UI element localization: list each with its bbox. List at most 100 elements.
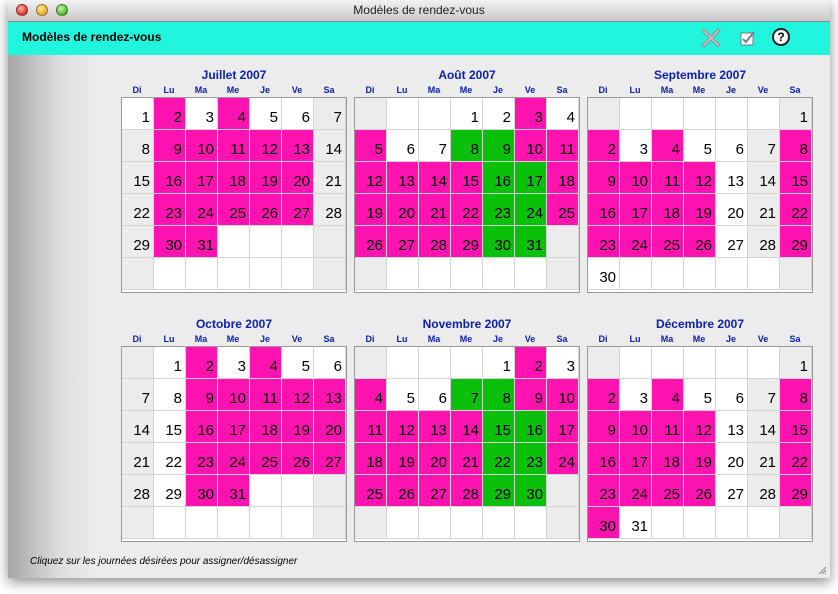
- day-cell[interactable]: 25: [652, 475, 684, 507]
- day-cell[interactable]: 24: [620, 475, 652, 507]
- day-cell[interactable]: 29: [122, 226, 154, 258]
- day-cell[interactable]: 22: [483, 443, 515, 475]
- day-cell[interactable]: 26: [250, 194, 282, 226]
- day-cell[interactable]: 20: [387, 194, 419, 226]
- day-cell[interactable]: 10: [515, 130, 547, 162]
- day-cell[interactable]: 30: [483, 226, 515, 258]
- day-cell[interactable]: 3: [186, 98, 218, 130]
- day-cell[interactable]: 29: [780, 475, 812, 507]
- resize-grip-icon[interactable]: [817, 565, 827, 575]
- day-cell[interactable]: 17: [620, 443, 652, 475]
- day-cell[interactable]: 14: [314, 130, 346, 162]
- day-cell[interactable]: 9: [186, 379, 218, 411]
- day-cell[interactable]: 7: [748, 130, 780, 162]
- day-cell[interactable]: 15: [780, 411, 812, 443]
- day-cell[interactable]: 1: [780, 347, 812, 379]
- day-cell[interactable]: 13: [716, 162, 748, 194]
- day-cell[interactable]: 8: [780, 130, 812, 162]
- day-cell[interactable]: 23: [515, 443, 547, 475]
- day-cell[interactable]: 5: [684, 130, 716, 162]
- day-cell[interactable]: 21: [748, 194, 780, 226]
- day-cell[interactable]: 8: [154, 379, 186, 411]
- day-cell[interactable]: 20: [419, 443, 451, 475]
- day-cell[interactable]: 25: [250, 443, 282, 475]
- day-cell[interactable]: 24: [547, 443, 579, 475]
- day-cell[interactable]: 23: [588, 475, 620, 507]
- day-cell[interactable]: 11: [652, 162, 684, 194]
- day-cell[interactable]: 31: [620, 507, 652, 539]
- day-cell[interactable]: 22: [451, 194, 483, 226]
- day-cell[interactable]: 16: [515, 411, 547, 443]
- day-cell[interactable]: 12: [355, 162, 387, 194]
- day-cell[interactable]: 25: [218, 194, 250, 226]
- day-cell[interactable]: 7: [419, 130, 451, 162]
- day-cell[interactable]: 12: [684, 162, 716, 194]
- day-cell[interactable]: 18: [652, 194, 684, 226]
- day-cell[interactable]: 6: [282, 98, 314, 130]
- day-cell[interactable]: 8: [483, 379, 515, 411]
- day-cell[interactable]: 15: [780, 162, 812, 194]
- day-cell[interactable]: 12: [387, 411, 419, 443]
- day-cell[interactable]: 24: [515, 194, 547, 226]
- day-cell[interactable]: 29: [780, 226, 812, 258]
- day-cell[interactable]: 14: [451, 411, 483, 443]
- day-cell[interactable]: 20: [282, 162, 314, 194]
- day-cell[interactable]: 21: [122, 443, 154, 475]
- day-cell[interactable]: 27: [387, 226, 419, 258]
- day-cell[interactable]: 1: [780, 98, 812, 130]
- day-cell[interactable]: 2: [588, 130, 620, 162]
- day-cell[interactable]: 24: [620, 226, 652, 258]
- day-cell[interactable]: 12: [684, 411, 716, 443]
- day-cell[interactable]: 19: [684, 443, 716, 475]
- day-cell[interactable]: 30: [515, 475, 547, 507]
- day-cell[interactable]: 11: [250, 379, 282, 411]
- day-cell[interactable]: 20: [716, 443, 748, 475]
- day-cell[interactable]: 4: [250, 347, 282, 379]
- day-cell[interactable]: 15: [154, 411, 186, 443]
- day-cell[interactable]: 5: [250, 98, 282, 130]
- day-cell[interactable]: 26: [684, 475, 716, 507]
- day-cell[interactable]: 8: [780, 379, 812, 411]
- day-cell[interactable]: 5: [684, 379, 716, 411]
- day-cell[interactable]: 6: [716, 130, 748, 162]
- day-cell[interactable]: 15: [122, 162, 154, 194]
- day-cell[interactable]: 26: [282, 443, 314, 475]
- cancel-x-icon[interactable]: [698, 25, 724, 51]
- day-cell[interactable]: 8: [122, 130, 154, 162]
- day-cell[interactable]: 16: [588, 443, 620, 475]
- day-cell[interactable]: 4: [652, 130, 684, 162]
- day-cell[interactable]: 12: [282, 379, 314, 411]
- day-cell[interactable]: 10: [620, 162, 652, 194]
- day-cell[interactable]: 4: [652, 379, 684, 411]
- day-cell[interactable]: 10: [547, 379, 579, 411]
- day-cell[interactable]: 15: [483, 411, 515, 443]
- day-cell[interactable]: 2: [186, 347, 218, 379]
- day-cell[interactable]: 18: [218, 162, 250, 194]
- day-cell[interactable]: 29: [451, 226, 483, 258]
- day-cell[interactable]: 7: [122, 379, 154, 411]
- day-cell[interactable]: 5: [282, 347, 314, 379]
- day-cell[interactable]: 24: [218, 443, 250, 475]
- day-cell[interactable]: 29: [154, 475, 186, 507]
- day-cell[interactable]: 4: [218, 98, 250, 130]
- day-cell[interactable]: 16: [588, 194, 620, 226]
- day-cell[interactable]: 26: [355, 226, 387, 258]
- day-cell[interactable]: 5: [387, 379, 419, 411]
- day-cell[interactable]: 27: [282, 194, 314, 226]
- day-cell[interactable]: 25: [547, 194, 579, 226]
- day-cell[interactable]: 11: [218, 130, 250, 162]
- day-cell[interactable]: 13: [716, 411, 748, 443]
- day-cell[interactable]: 17: [620, 194, 652, 226]
- day-cell[interactable]: 14: [122, 411, 154, 443]
- day-cell[interactable]: 6: [314, 347, 346, 379]
- day-cell[interactable]: 16: [186, 411, 218, 443]
- day-cell[interactable]: 6: [387, 130, 419, 162]
- day-cell[interactable]: 22: [780, 443, 812, 475]
- day-cell[interactable]: 23: [154, 194, 186, 226]
- day-cell[interactable]: 30: [588, 507, 620, 539]
- day-cell[interactable]: 23: [588, 226, 620, 258]
- day-cell[interactable]: 6: [419, 379, 451, 411]
- day-cell[interactable]: 27: [716, 475, 748, 507]
- day-cell[interactable]: 18: [547, 162, 579, 194]
- day-cell[interactable]: 28: [419, 226, 451, 258]
